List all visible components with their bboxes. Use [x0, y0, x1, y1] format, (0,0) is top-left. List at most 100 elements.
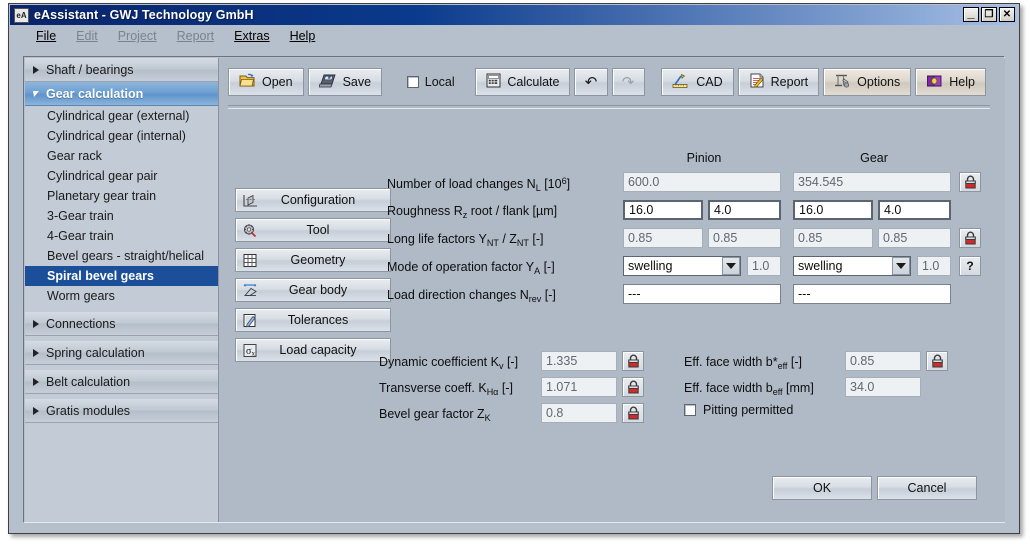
close-button[interactable]: ✕: [999, 7, 1015, 22]
tool-button[interactable]: Tool: [235, 218, 391, 242]
tolerances-button[interactable]: Tolerances: [235, 308, 391, 332]
toolbar-separator: [649, 68, 662, 96]
main-toolbar: Open Save Local: [228, 68, 990, 96]
client-area: Shaft / bearings Gear calculation Cylind…: [23, 56, 1005, 523]
lock-button-long-life-factors[interactable]: [959, 228, 981, 248]
sidebar-item-3-gear-train[interactable]: 3-Gear train: [25, 206, 218, 226]
padlock-icon: [931, 354, 944, 368]
lock-button-eff-face-width-star[interactable]: [926, 351, 948, 371]
redo-button[interactable]: ↷: [612, 68, 645, 96]
label-eff-face-width-star: Eff. face width b*eff [-]: [684, 355, 802, 371]
help-button-label: Help: [949, 75, 975, 89]
field-ya-gear[interactable]: 1.0: [917, 256, 951, 276]
field-roughness-root-pinion[interactable]: 16.0: [623, 200, 703, 220]
sidebar-item-spiral-bevel-gears[interactable]: Spiral bevel gears: [25, 266, 218, 286]
undo-button[interactable]: ↶: [574, 68, 607, 96]
cad-button[interactable]: CAD: [661, 68, 733, 96]
options-button[interactable]: Options: [823, 68, 911, 96]
menu-help[interactable]: Help: [280, 28, 326, 44]
sidebar-item-label: Gear rack: [47, 149, 102, 163]
calculate-button[interactable]: Calculate: [475, 68, 570, 96]
field-roughness-flank-gear[interactable]: 4.0: [878, 200, 951, 220]
undo-icon: ↶: [585, 73, 598, 91]
sidebar-item-spring-calculation[interactable]: Spring calculation: [25, 341, 218, 365]
gear-body-button[interactable]: Gear body: [235, 278, 391, 302]
menu-edit-label: Edit: [76, 29, 98, 43]
report-button[interactable]: Report: [738, 68, 820, 96]
field-transverse-coefficient[interactable]: 1.071: [541, 377, 617, 397]
toolbar-separator: [386, 68, 399, 96]
sidebar-item-planetary-gear-train[interactable]: Planetary gear train: [25, 186, 218, 206]
cancel-button[interactable]: Cancel: [877, 476, 977, 500]
menu-edit[interactable]: Edit: [66, 28, 108, 44]
field-roughness-root-gear[interactable]: 16.0: [793, 200, 873, 220]
label-long-life-factors: Long life factors YNT / ZNT [-]: [387, 232, 544, 248]
pitting-permitted-checkbox[interactable]: Pitting permitted: [684, 403, 793, 417]
field-ynt-pinion[interactable]: 0.85: [623, 228, 703, 248]
configuration-button[interactable]: Configuration: [235, 188, 391, 212]
help-button[interactable]: Help: [915, 68, 986, 96]
sidebar-item-gear-rack[interactable]: Gear rack: [25, 146, 218, 166]
lock-button-dynamic-coefficient[interactable]: [622, 351, 644, 371]
field-ya-pinion[interactable]: 1.0: [747, 256, 781, 276]
sidebar-item-cylindrical-gear-pair[interactable]: Cylindrical gear pair: [25, 166, 218, 186]
combo-value: swelling: [624, 259, 722, 273]
field-bevel-gear-factor[interactable]: 0.8: [541, 403, 617, 423]
label-load-direction-changes: Load direction changes Nrev [-]: [387, 288, 556, 304]
field-eff-face-width-star[interactable]: 0.85: [845, 351, 921, 371]
label-eff-face-width-mm: Eff. face width beff [mm]: [684, 381, 814, 397]
lock-button-transverse-coefficient[interactable]: [622, 377, 644, 397]
field-roughness-flank-pinion[interactable]: 4.0: [708, 200, 781, 220]
sidebar-item-worm-gears[interactable]: Worm gears: [25, 286, 218, 306]
chevron-down-icon[interactable]: [722, 257, 740, 275]
save-button[interactable]: Save: [308, 68, 383, 96]
combo-mode-of-operation-pinion[interactable]: swelling: [623, 256, 741, 276]
navigation-sidebar[interactable]: Shaft / bearings Gear calculation Cylind…: [25, 58, 219, 522]
application-window: eA eAssistant - GWJ Technology GmbH _ ❐ …: [8, 3, 1020, 534]
lock-button-bevel-gear-factor[interactable]: [622, 403, 644, 423]
checkbox-icon: [684, 404, 696, 416]
sidebar-item-4-gear-train[interactable]: 4-Gear train: [25, 226, 218, 246]
menu-file[interactable]: File: [26, 28, 66, 44]
sidebar-item-gratis-modules[interactable]: Gratis modules: [25, 399, 218, 423]
chevron-down-icon: [33, 91, 39, 97]
sidebar-item-cylindrical-gear-internal[interactable]: Cylindrical gear (internal): [25, 126, 218, 146]
sidebar-item-shaft-bearings[interactable]: Shaft / bearings: [25, 58, 218, 82]
ok-button[interactable]: OK: [772, 476, 872, 500]
chevron-right-icon: [33, 66, 39, 74]
load-capacity-button[interactable]: σx Load capacity: [235, 338, 391, 362]
gear-body-icon: [240, 281, 260, 299]
field-znt-gear[interactable]: 0.85: [878, 228, 951, 248]
tolerances-icon: [240, 311, 260, 329]
close-icon: ✕: [1000, 8, 1014, 21]
calculate-button-label: Calculate: [507, 75, 559, 89]
sidebar-item-belt-calculation[interactable]: Belt calculation: [25, 370, 218, 394]
geometry-button[interactable]: Geometry: [235, 248, 391, 272]
sidebar-item-bevel-gears-straight-helical[interactable]: Bevel gears - straight/helical: [25, 246, 218, 266]
menu-extras[interactable]: Extras: [224, 28, 279, 44]
lock-button-load-changes[interactable]: [959, 172, 981, 192]
field-eff-face-width-mm[interactable]: 34.0: [845, 377, 921, 397]
help-question-button[interactable]: ?: [959, 256, 981, 276]
combo-mode-of-operation-gear[interactable]: swelling: [793, 256, 911, 276]
minimize-button[interactable]: _: [963, 7, 979, 22]
open-button[interactable]: Open: [228, 68, 304, 96]
field-load-changes-gear[interactable]: 354.545: [793, 172, 951, 192]
maximize-button[interactable]: ❐: [981, 7, 997, 22]
local-checkbox-label: Local: [425, 75, 455, 89]
sidebar-item-gear-calculation[interactable]: Gear calculation: [25, 82, 218, 106]
menu-project[interactable]: Project: [108, 28, 167, 44]
menu-report[interactable]: Report: [167, 28, 225, 44]
maximize-icon: ❐: [982, 8, 996, 21]
sidebar-item-connections[interactable]: Connections: [25, 312, 218, 336]
field-load-changes-pinion[interactable]: 600.0: [623, 172, 781, 192]
sidebar-item-cylindrical-gear-external[interactable]: Cylindrical gear (external): [25, 106, 218, 126]
local-checkbox[interactable]: Local: [399, 68, 463, 96]
field-load-direction-changes-gear[interactable]: ---: [793, 284, 951, 304]
question-mark-icon: ?: [966, 259, 973, 273]
field-dynamic-coefficient[interactable]: 1.335: [541, 351, 617, 371]
field-znt-pinion[interactable]: 0.85: [708, 228, 781, 248]
field-ynt-gear[interactable]: 0.85: [793, 228, 873, 248]
chevron-down-icon[interactable]: [892, 257, 910, 275]
field-load-direction-changes-pinion[interactable]: ---: [623, 284, 781, 304]
